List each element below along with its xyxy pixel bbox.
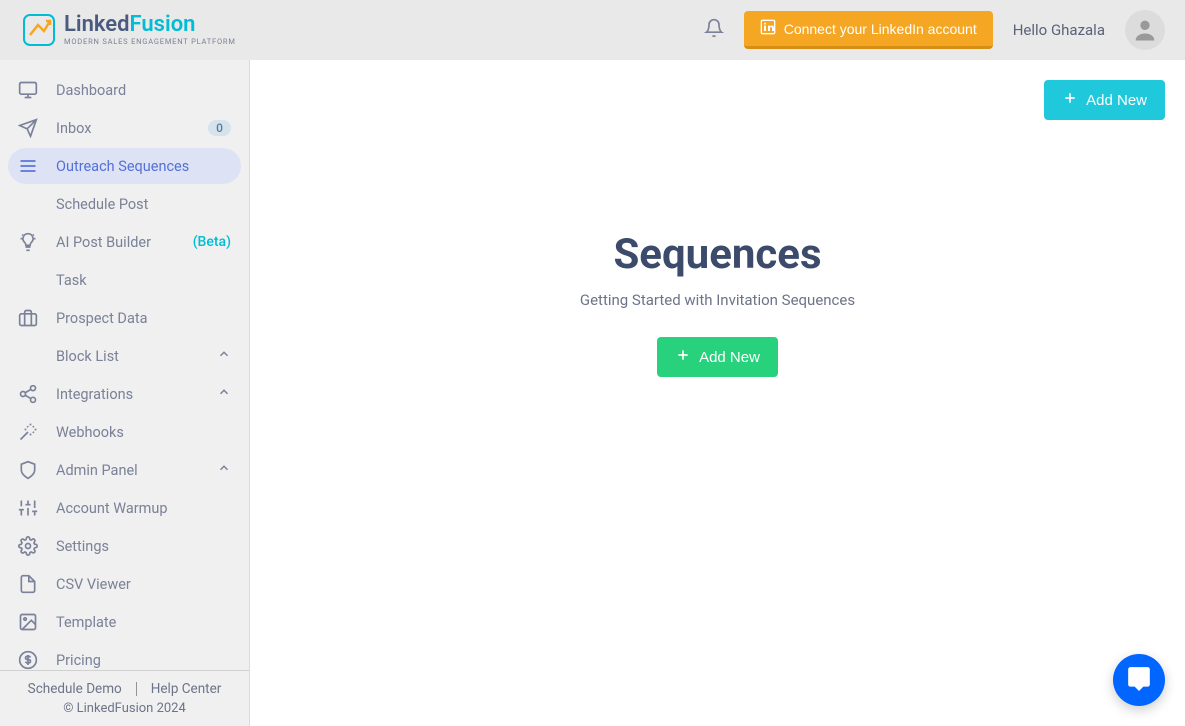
add-new-label: Add New	[699, 349, 760, 366]
nav-label: Webhooks	[56, 424, 231, 441]
notifications-icon[interactable]	[704, 18, 724, 42]
add-new-label: Add New	[1086, 92, 1147, 109]
page-subtitle: Getting Started with Invitation Sequence…	[270, 291, 1165, 309]
monitor-icon	[18, 80, 38, 100]
briefcase-icon	[18, 308, 38, 328]
nav-label: Integrations	[56, 386, 217, 403]
nav-label: Outreach Sequences	[56, 158, 231, 175]
add-new-top-button[interactable]: Add New	[1044, 80, 1165, 120]
chat-icon	[1126, 665, 1152, 695]
nav-label: Pricing	[56, 652, 231, 669]
nav-label: CSV Viewer	[56, 576, 231, 593]
chat-widget-button[interactable]	[1113, 654, 1165, 706]
send-icon	[18, 118, 38, 138]
sidebar-item-dashboard[interactable]: Dashboard	[8, 72, 241, 108]
nav-label: AI Post Builder	[56, 234, 187, 251]
header-right: Connect your LinkedIn account Hello Ghaz…	[704, 10, 1165, 50]
connect-label: Connect your LinkedIn account	[784, 21, 977, 37]
add-new-center-button[interactable]: Add New	[657, 337, 778, 377]
plus-icon	[675, 347, 691, 367]
footer-divider	[136, 682, 137, 696]
greeting-text: Hello Ghazala	[1013, 21, 1105, 39]
nav-label: Prospect Data	[56, 310, 231, 327]
logo-icon	[20, 11, 58, 49]
share-icon	[18, 384, 38, 404]
main-content: Add New Sequences Getting Started with I…	[250, 60, 1185, 726]
sidebar: Dashboard Inbox 0 Outreach Sequences Sch…	[0, 60, 250, 726]
sidebar-item-task[interactable]: Task	[8, 262, 241, 298]
nav-label: Schedule Post	[56, 196, 231, 213]
chevron-up-icon	[217, 347, 231, 365]
main-nav: Dashboard Inbox 0 Outreach Sequences Sch…	[0, 60, 249, 670]
logo-subtitle: MODERN SALES ENGAGEMENT PLATFORM	[64, 38, 236, 46]
nav-label: Account Warmup	[56, 500, 231, 517]
connect-linkedin-button[interactable]: Connect your LinkedIn account	[744, 11, 993, 49]
blank-icon	[18, 270, 38, 290]
sidebar-item-account-warmup[interactable]: Account Warmup	[8, 490, 241, 526]
lightbulb-icon	[18, 232, 38, 252]
blank-icon	[18, 346, 38, 366]
chevron-up-icon	[217, 385, 231, 403]
empty-state: Sequences Getting Started with Invitatio…	[270, 230, 1165, 377]
help-center-link[interactable]: Help Center	[151, 681, 222, 697]
image-icon	[18, 612, 38, 632]
wand-icon	[18, 422, 38, 442]
sidebar-item-webhooks[interactable]: Webhooks	[8, 414, 241, 450]
logo[interactable]: LinkedFusion MODERN SALES ENGAGEMENT PLA…	[20, 11, 236, 49]
nav-label: Settings	[56, 538, 231, 555]
sidebar-item-schedule-post[interactable]: Schedule Post	[8, 186, 241, 222]
schedule-demo-link[interactable]: Schedule Demo	[28, 681, 122, 697]
sidebar-item-outreach-sequences[interactable]: Outreach Sequences	[8, 148, 241, 184]
beta-badge: (Beta)	[193, 234, 231, 250]
nav-label: Dashboard	[56, 82, 231, 99]
sidebar-item-integrations[interactable]: Integrations	[8, 376, 241, 412]
sidebar-item-template[interactable]: Template	[8, 604, 241, 640]
cards-icon	[18, 156, 38, 176]
nav-label: Block List	[56, 348, 217, 365]
linkedin-icon	[760, 19, 776, 38]
nav-label: Template	[56, 614, 231, 631]
sidebar-footer: Schedule Demo Help Center © LinkedFusion…	[0, 670, 249, 726]
sidebar-item-inbox[interactable]: Inbox 0	[8, 110, 241, 146]
inbox-count-badge: 0	[208, 120, 231, 136]
avatar[interactable]	[1125, 10, 1165, 50]
gear-icon	[18, 536, 38, 556]
sidebar-item-settings[interactable]: Settings	[8, 528, 241, 564]
dollar-icon	[18, 650, 38, 670]
main-toolbar: Add New	[270, 80, 1165, 120]
sidebar-item-block-list[interactable]: Block List	[8, 338, 241, 374]
nav-label: Admin Panel	[56, 462, 217, 479]
chevron-up-icon	[217, 461, 231, 479]
footer-links: Schedule Demo Help Center	[0, 681, 249, 697]
nav-label: Inbox	[56, 120, 208, 137]
sidebar-item-csv-viewer[interactable]: CSV Viewer	[8, 566, 241, 602]
logo-title-linked: Linked	[64, 12, 130, 37]
blank-icon	[18, 194, 38, 214]
copyright-text: © LinkedFusion 2024	[0, 701, 249, 716]
file-icon	[18, 574, 38, 594]
sliders-icon	[18, 498, 38, 518]
plus-icon	[1062, 90, 1078, 110]
logo-text: LinkedFusion MODERN SALES ENGAGEMENT PLA…	[64, 14, 236, 46]
sidebar-item-ai-post-builder[interactable]: AI Post Builder (Beta)	[8, 224, 241, 260]
sidebar-item-prospect-data[interactable]: Prospect Data	[8, 300, 241, 336]
sidebar-item-pricing[interactable]: Pricing	[8, 642, 241, 670]
logo-title-fusion: Fusion	[130, 12, 196, 37]
nav-label: Task	[56, 272, 231, 289]
page-title: Sequences	[270, 230, 1165, 279]
sidebar-item-admin-panel[interactable]: Admin Panel	[8, 452, 241, 488]
app-header: LinkedFusion MODERN SALES ENGAGEMENT PLA…	[0, 0, 1185, 60]
shield-icon	[18, 460, 38, 480]
